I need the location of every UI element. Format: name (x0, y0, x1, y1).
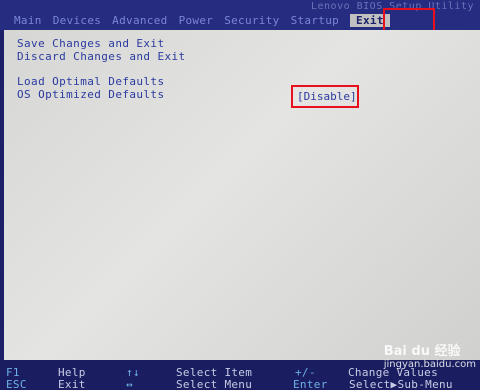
tab-security[interactable]: Security (224, 14, 279, 27)
tab-main[interactable]: Main (14, 14, 42, 27)
watermark-brand: Bai du 经验 (383, 344, 461, 359)
os-optimized-value-highlight[interactable]: [Disable] (291, 85, 359, 108)
select-sub-menu-desc: Select▶Sub-Menu (349, 378, 453, 390)
baidu-watermark: Bai du 经验 jingyan.baidu.com (384, 340, 476, 370)
bios-screen: Lenovo BIOS Setup Utility Main Devices A… (0, 0, 480, 390)
exit-menu-panel: Save Changes and Exit Discard Changes an… (4, 30, 480, 360)
esc-key: ESC (6, 378, 27, 390)
load-optimal-defaults-item[interactable]: Load Optimal Defaults (17, 75, 164, 88)
tab-startup[interactable]: Startup (291, 14, 339, 27)
watermark-url: jingyan.baidu.com (383, 359, 476, 370)
tab-advanced[interactable]: Advanced (112, 14, 167, 27)
left-right-arrows-key: ↔ (126, 378, 133, 390)
menu-tabs: Main Devices Advanced Power Security Sta… (14, 12, 390, 28)
discard-changes-and-exit-item[interactable]: Discard Changes and Exit (17, 50, 186, 63)
bios-title: Lenovo BIOS Setup Utility (310, 1, 474, 12)
exit-desc: Exit (58, 378, 86, 390)
select-menu-desc: Select Menu (176, 378, 253, 390)
tab-devices[interactable]: Devices (53, 14, 101, 27)
os-optimized-defaults-item[interactable]: OS Optimized Defaults (17, 88, 164, 101)
top-menu-bar: Lenovo BIOS Setup Utility Main Devices A… (0, 0, 480, 30)
tab-exit[interactable]: Exit (350, 13, 390, 27)
save-changes-and-exit-item[interactable]: Save Changes and Exit (17, 37, 164, 50)
tab-power[interactable]: Power (179, 14, 214, 27)
enter-key: Enter (293, 378, 328, 390)
os-optimized-value: [Disable] (297, 90, 357, 103)
